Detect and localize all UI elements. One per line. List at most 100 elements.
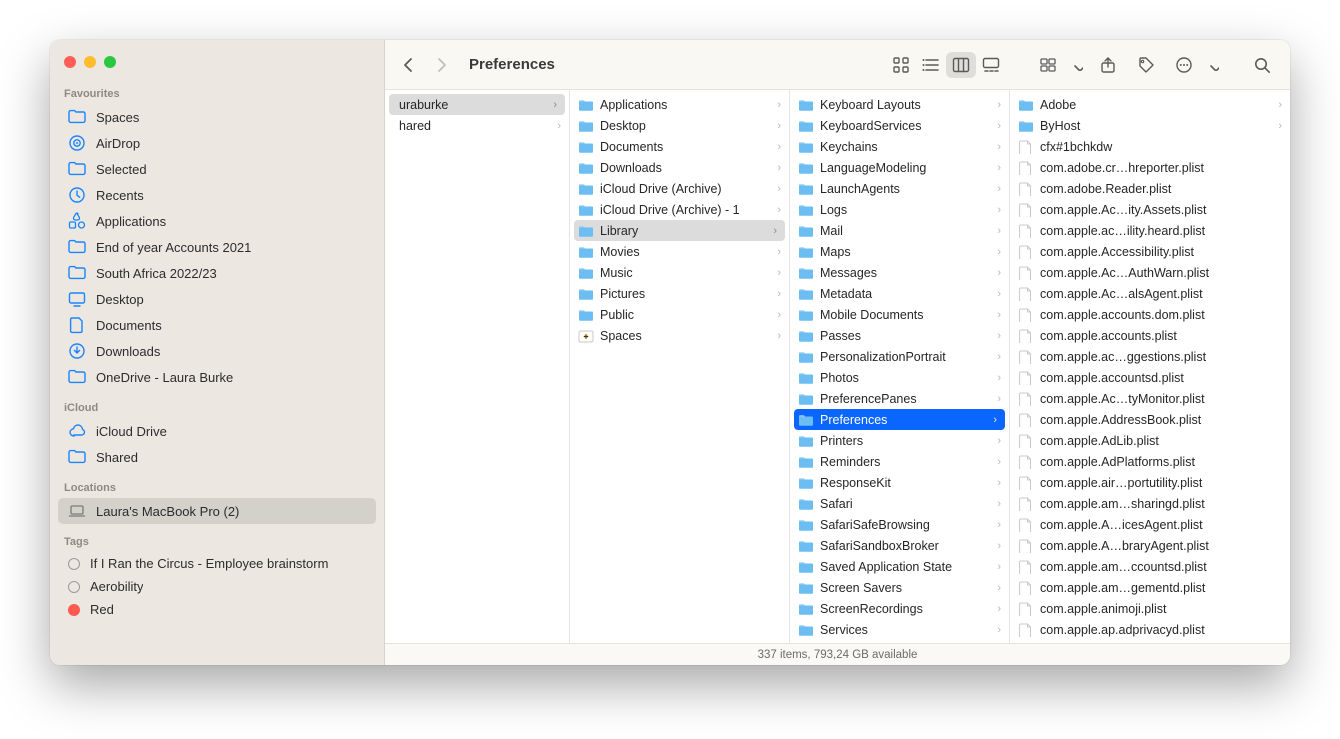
folder-row[interactable]: Keyboard Layouts›: [790, 94, 1009, 115]
back-button[interactable]: [395, 52, 423, 78]
file-row[interactable]: Spaces›: [570, 325, 789, 346]
group-by-button[interactable]: [1034, 52, 1062, 78]
folder-row[interactable]: Messages›: [790, 262, 1009, 283]
folder-row[interactable]: iCloud Drive (Archive) - 1›: [570, 199, 789, 220]
folder-row[interactable]: SafariSandboxBroker›: [790, 535, 1009, 556]
group-by-caret-icon[interactable]: [1070, 52, 1084, 78]
folder-row[interactable]: Pictures›: [570, 283, 789, 304]
sidebar-item[interactable]: AirDrop: [58, 130, 376, 156]
file-row[interactable]: com.apple.animoji.plist: [1010, 598, 1290, 619]
folder-row[interactable]: Library›: [574, 220, 785, 241]
minimize-window-button[interactable]: [84, 56, 96, 68]
folder-row[interactable]: Safari›: [790, 493, 1009, 514]
sidebar-tag-item[interactable]: Aerobility: [58, 575, 376, 598]
search-button[interactable]: [1248, 52, 1276, 78]
folder-row[interactable]: ScreenRecordings›: [790, 598, 1009, 619]
column-0[interactable]: uraburke›hared›: [385, 90, 570, 643]
sidebar-item[interactable]: Downloads: [58, 338, 376, 364]
zoom-window-button[interactable]: [104, 56, 116, 68]
view-columns-button[interactable]: [946, 52, 976, 78]
folder-row[interactable]: Printers›: [790, 430, 1009, 451]
forward-button[interactable]: [427, 52, 455, 78]
sidebar-item[interactable]: OneDrive - Laura Burke: [58, 364, 376, 390]
sidebar-item[interactable]: South Africa 2022/23: [58, 260, 376, 286]
folder-row[interactable]: Movies›: [570, 241, 789, 262]
file-row[interactable]: com.apple.am…ccountsd.plist: [1010, 556, 1290, 577]
sidebar-item[interactable]: Documents: [58, 312, 376, 338]
column-2[interactable]: Keyboard Layouts›KeyboardServices›Keycha…: [790, 90, 1010, 643]
folder-row[interactable]: Applications›: [570, 94, 789, 115]
file-row[interactable]: com.apple.am…sharingd.plist: [1010, 493, 1290, 514]
folder-row[interactable]: Keychains›: [790, 136, 1009, 157]
folder-row[interactable]: ResponseKit›: [790, 472, 1009, 493]
folder-row[interactable]: hared›: [385, 115, 569, 136]
view-gallery-button[interactable]: [976, 52, 1006, 78]
column-1[interactable]: Applications›Desktop›Documents›Downloads…: [570, 90, 790, 643]
folder-row[interactable]: Metadata›: [790, 283, 1009, 304]
folder-row[interactable]: iCloud Drive (Archive)›: [570, 178, 789, 199]
folder-row[interactable]: Photos›: [790, 367, 1009, 388]
file-row[interactable]: com.apple.air…portutility.plist: [1010, 472, 1290, 493]
share-button[interactable]: [1094, 52, 1122, 78]
file-row[interactable]: com.apple.am…gementd.plist: [1010, 577, 1290, 598]
file-row[interactable]: com.adobe.Reader.plist: [1010, 178, 1290, 199]
file-row[interactable]: com.apple.accounts.plist: [1010, 325, 1290, 346]
folder-row[interactable]: Preferences›: [794, 409, 1005, 430]
file-row[interactable]: com.apple.Accessibility.plist: [1010, 241, 1290, 262]
folder-row[interactable]: Screen Savers›: [790, 577, 1009, 598]
file-row[interactable]: com.apple.Ac…AuthWarn.plist: [1010, 262, 1290, 283]
file-row[interactable]: com.adobe.cr…hreporter.plist: [1010, 157, 1290, 178]
folder-row[interactable]: Public›: [570, 304, 789, 325]
folder-row[interactable]: PersonalizationPortrait›: [790, 346, 1009, 367]
folder-row[interactable]: Music›: [570, 262, 789, 283]
actions-caret-icon[interactable]: [1206, 52, 1220, 78]
folder-row[interactable]: Reminders›: [790, 451, 1009, 472]
sidebar-item[interactable]: Recents: [58, 182, 376, 208]
file-row[interactable]: com.apple.AdLib.plist: [1010, 430, 1290, 451]
file-row[interactable]: com.apple.Ac…ity.Assets.plist: [1010, 199, 1290, 220]
file-row[interactable]: com.apple.AddressBook.plist: [1010, 409, 1290, 430]
folder-row[interactable]: uraburke›: [389, 94, 565, 115]
folder-row[interactable]: Passes›: [790, 325, 1009, 346]
folder-row[interactable]: KeyboardServices›: [790, 115, 1009, 136]
actions-button[interactable]: [1170, 52, 1198, 78]
file-row[interactable]: com.apple.AdPlatforms.plist: [1010, 451, 1290, 472]
folder-row[interactable]: Adobe›: [1010, 94, 1290, 115]
folder-row[interactable]: PreferencePanes›: [790, 388, 1009, 409]
file-row[interactable]: com.apple.ap.adprivacyd.plist: [1010, 619, 1290, 640]
sidebar-item[interactable]: Shared: [58, 444, 376, 470]
sidebar-item[interactable]: Selected: [58, 156, 376, 182]
sidebar-item[interactable]: Applications: [58, 208, 376, 234]
file-row[interactable]: com.apple.accountsd.plist: [1010, 367, 1290, 388]
folder-row[interactable]: Saved Application State›: [790, 556, 1009, 577]
sidebar-item[interactable]: iCloud Drive: [58, 418, 376, 444]
file-row[interactable]: com.apple.A…braryAgent.plist: [1010, 535, 1290, 556]
folder-row[interactable]: Maps›: [790, 241, 1009, 262]
folder-row[interactable]: Mail›: [790, 220, 1009, 241]
file-row[interactable]: com.apple.ac…ility.heard.plist: [1010, 220, 1290, 241]
file-row[interactable]: com.apple.ac…ggestions.plist: [1010, 346, 1290, 367]
folder-row[interactable]: ByHost›: [1010, 115, 1290, 136]
sidebar-tag-item[interactable]: Red: [58, 598, 376, 621]
folder-row[interactable]: LaunchAgents›: [790, 178, 1009, 199]
file-row[interactable]: com.apple.Ac…alsAgent.plist: [1010, 283, 1290, 304]
view-list-button[interactable]: [916, 52, 946, 78]
file-row[interactable]: com.apple.Ac…tyMonitor.plist: [1010, 388, 1290, 409]
folder-row[interactable]: Services›: [790, 619, 1009, 640]
sidebar-item[interactable]: End of year Accounts 2021: [58, 234, 376, 260]
file-row[interactable]: cfx#1bchkdw: [1010, 136, 1290, 157]
file-row[interactable]: com.apple.accounts.dom.plist: [1010, 304, 1290, 325]
sidebar-item[interactable]: Desktop: [58, 286, 376, 312]
tags-button[interactable]: [1132, 52, 1160, 78]
sidebar-tag-item[interactable]: If I Ran the Circus - Employee brainstor…: [58, 552, 376, 575]
folder-row[interactable]: SafariSafeBrowsing›: [790, 514, 1009, 535]
folder-row[interactable]: Downloads›: [570, 157, 789, 178]
folder-row[interactable]: LanguageModeling›: [790, 157, 1009, 178]
sidebar-item[interactable]: Laura's MacBook Pro (2): [58, 498, 376, 524]
view-icons-button[interactable]: [886, 52, 916, 78]
file-row[interactable]: com.apple.A…icesAgent.plist: [1010, 514, 1290, 535]
column-3[interactable]: Adobe›ByHost›cfx#1bchkdwcom.adobe.cr…hre…: [1010, 90, 1290, 643]
folder-row[interactable]: Desktop›: [570, 115, 789, 136]
folder-row[interactable]: Mobile Documents›: [790, 304, 1009, 325]
folder-row[interactable]: Logs›: [790, 199, 1009, 220]
